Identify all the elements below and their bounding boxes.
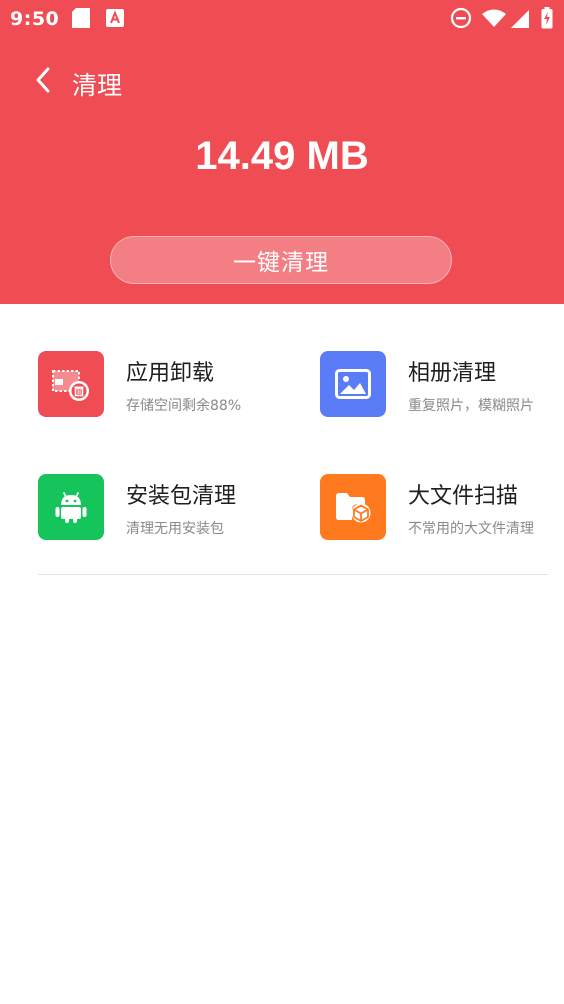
signal-icon — [510, 9, 530, 33]
feature-subtitle: 不常用的大文件清理 — [408, 521, 534, 537]
feature-subtitle: 重复照片，模糊照片 — [408, 398, 534, 414]
photo-album-icon — [320, 351, 386, 417]
section-divider — [38, 574, 548, 575]
wifi-icon — [481, 8, 507, 32]
feature-subtitle: 清理无用安装包 — [126, 521, 224, 537]
feature-install-package-clean[interactable]: 安装包清理 清理无用安装包 — [38, 474, 288, 544]
back-button[interactable] — [26, 62, 60, 102]
feature-subtitle: 存储空间剩余88% — [126, 398, 242, 414]
app-notification-icon — [106, 9, 124, 31]
app-uninstall-icon — [38, 351, 104, 417]
status-time: 9:50 — [10, 8, 60, 30]
feature-large-file-scan[interactable]: 大文件扫描 不常用的大文件清理 — [320, 474, 564, 544]
do-not-disturb-icon — [450, 7, 472, 33]
feature-title: 大文件扫描 — [408, 484, 519, 509]
status-bar: 9:50 — [0, 0, 564, 38]
battery-charging-icon — [541, 7, 553, 33]
junk-size-value: 14.49 MB — [195, 134, 369, 178]
feature-title: 安装包清理 — [126, 484, 237, 509]
feature-app-uninstall[interactable]: 应用卸载 存储空间剩余88% — [38, 351, 288, 421]
large-file-icon — [320, 474, 386, 540]
android-package-icon — [38, 474, 104, 540]
one-click-clean-button[interactable]: 一键清理 — [110, 236, 452, 284]
sd-card-icon — [70, 7, 92, 33]
feature-title: 相册清理 — [408, 361, 497, 386]
back-arrow-icon — [34, 66, 52, 98]
feature-photo-album-clean[interactable]: 相册清理 重复照片，模糊照片 — [320, 351, 564, 421]
page-title: 清理 — [72, 71, 123, 100]
feature-title: 应用卸载 — [126, 361, 215, 386]
